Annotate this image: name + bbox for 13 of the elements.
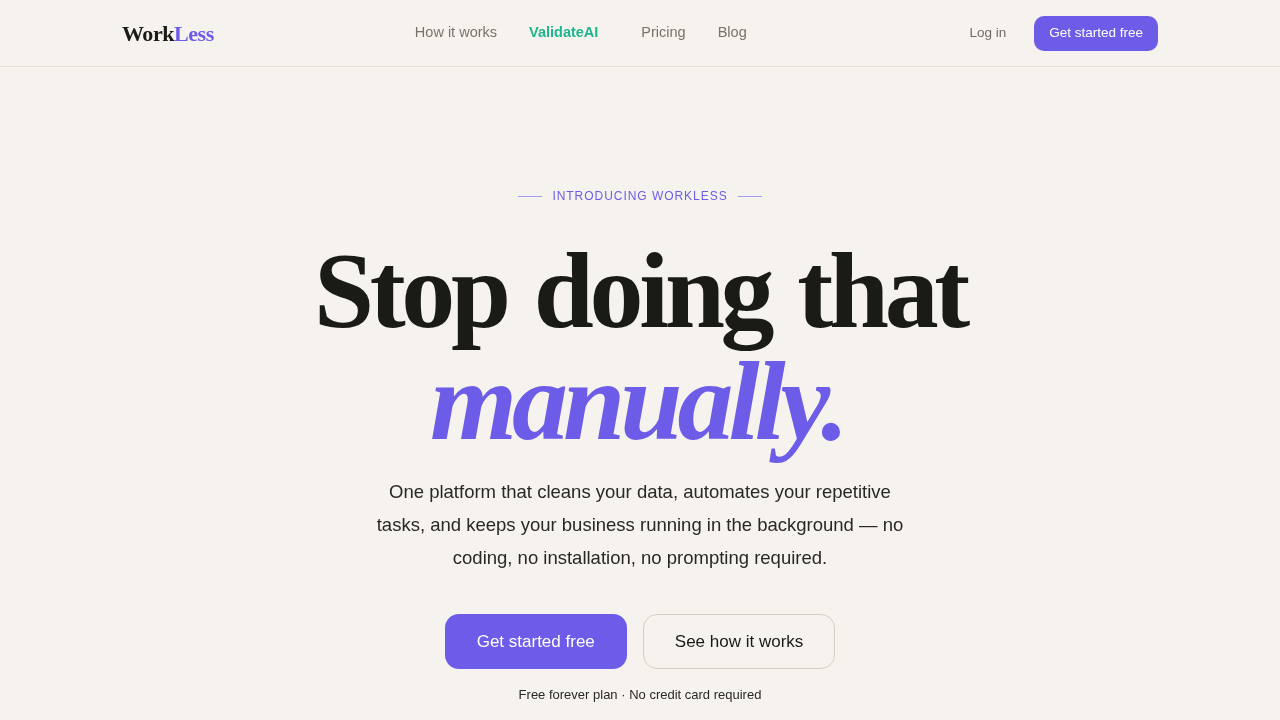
logo[interactable]: WorkLess xyxy=(122,16,214,50)
get-started-button[interactable]: Get started free xyxy=(1034,15,1158,51)
eyebrow-text: INTRODUCING WORKLESS xyxy=(552,188,728,204)
nav-link[interactable]: How it works xyxy=(414,22,498,44)
nav-link[interactable]: Pricing xyxy=(641,22,686,44)
plan-note: Free forever plan · No credit card required xyxy=(518,686,762,704)
get-started-button[interactable]: Get started free xyxy=(444,614,627,669)
headline: Stop doing that xyxy=(313,237,967,353)
nav-link[interactable]: Blog xyxy=(717,22,747,44)
login-link[interactable]: Log in xyxy=(969,22,1007,44)
headline-emphasis: manually. xyxy=(429,353,846,465)
see-how-it-works-button[interactable]: See how it works xyxy=(642,614,836,669)
hero-description: One platform that cleans your data, automates your repetitive tasks, and keeps your business running in the background — no coding, no installation, no prompting required. xyxy=(375,480,905,570)
